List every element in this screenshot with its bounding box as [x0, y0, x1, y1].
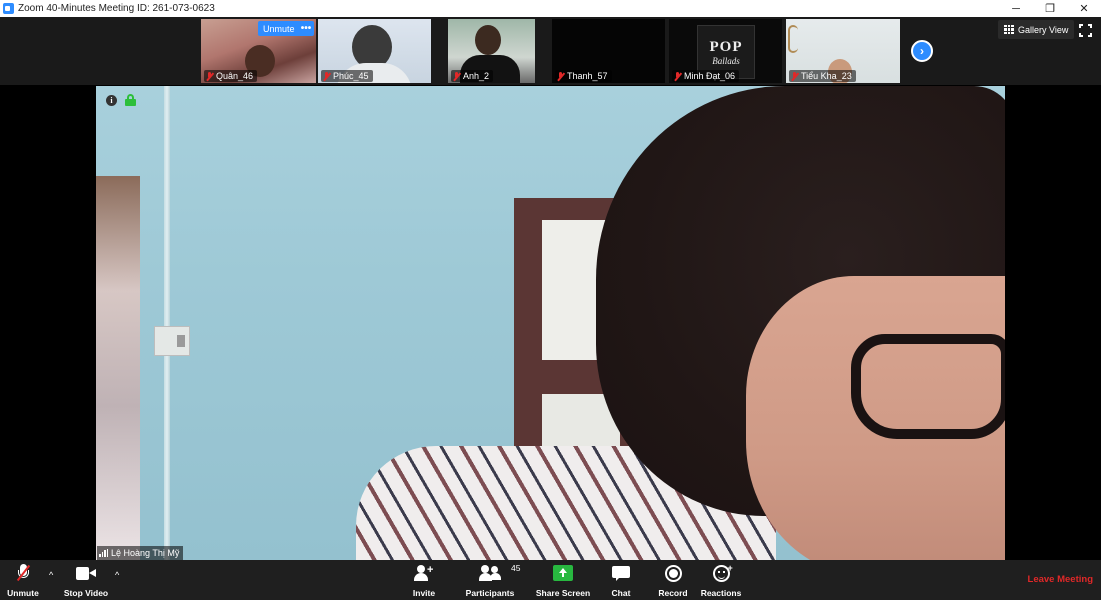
stop-video-button[interactable]: Stop Video — [56, 562, 116, 598]
reactions-icon: + — [712, 562, 733, 582]
background-object — [164, 86, 170, 560]
share-screen-label: Share Screen — [535, 588, 591, 598]
thumbnail-unmute-button[interactable]: Unmute — [258, 21, 300, 36]
participants-label: Participants — [465, 588, 515, 598]
fullscreen-icon[interactable] — [1079, 24, 1092, 37]
minimize-button[interactable]: ─ — [999, 0, 1033, 17]
participants-icon: 45 — [479, 563, 520, 581]
participant-video — [475, 25, 501, 55]
album-art-subtitle: Ballads — [712, 55, 740, 66]
participant-name-tag: Thanh_57 — [555, 70, 612, 82]
mic-muted-icon — [674, 71, 681, 81]
share-screen-button[interactable]: Share Screen — [533, 562, 593, 598]
unmute-label: Unmute — [7, 588, 39, 598]
background-object — [788, 25, 798, 53]
participant-thumbnail[interactable]: Anh_2 — [448, 19, 535, 83]
share-screen-icon — [553, 565, 573, 581]
camera-icon — [76, 566, 96, 580]
record-label: Record — [658, 588, 688, 598]
participant-name: Phúc_45 — [333, 71, 369, 81]
participant-name-tag: Minh Đạt_06 — [672, 70, 740, 82]
participant-thumbnail[interactable]: Thanh_57 — [552, 19, 665, 83]
mic-muted-icon — [791, 71, 798, 81]
active-speaker-name: Lệ Hoàng Thị Mỹ — [111, 548, 180, 558]
signal-icon — [99, 549, 108, 557]
participant-name: Minh Đạt_06 — [684, 71, 736, 81]
speaker-figure — [851, 334, 1005, 439]
title-bar: Zoom 40-Minutes Meeting ID: 261-073-0623… — [0, 0, 1101, 17]
restore-button[interactable]: ❐ — [1033, 0, 1067, 17]
zoom-app-icon — [3, 3, 14, 14]
participant-name-tag: Anh_2 — [451, 70, 494, 82]
participants-count: 45 — [511, 563, 521, 573]
thumbnail-more-button[interactable]: ••• — [298, 21, 314, 36]
active-speaker-name-tag: Lệ Hoàng Thị Mỹ — [97, 546, 184, 560]
participant-thumbnail-strip: Quân_46 Phúc_45 Anh_2 Thanh_57 POP Balla… — [0, 17, 1101, 85]
participant-thumbnail[interactable]: POP Ballads Minh Đạt_06 — [669, 19, 782, 83]
participants-button[interactable]: 45 Participants — [460, 562, 521, 598]
participant-name: Thanh_57 — [567, 71, 608, 81]
window-controls: ─ ❐ ✕ — [999, 0, 1101, 17]
background-object — [96, 176, 140, 560]
close-button[interactable]: ✕ — [1067, 0, 1101, 17]
lock-body — [125, 99, 136, 106]
mic-muted-icon — [16, 564, 31, 582]
lock-icon[interactable] — [125, 94, 136, 106]
invite-plus-glyph: + — [427, 564, 434, 576]
participant-thumbnail[interactable]: Tiểu Kha_23 — [786, 19, 900, 83]
gallery-view-label: Gallery View — [1018, 24, 1069, 35]
invite-icon: + — [414, 564, 434, 581]
meeting-toolbar: Unmute ^ Stop Video ^ + Invite 45 Partic… — [0, 560, 1101, 600]
reactions-plus-glyph: + — [727, 562, 733, 573]
leave-meeting-button[interactable]: Leave Meeting — [1028, 574, 1093, 585]
record-icon — [664, 564, 682, 582]
stop-video-label: Stop Video — [63, 588, 109, 598]
album-art-title: POP — [709, 38, 743, 55]
next-page-button[interactable]: › — [911, 40, 933, 62]
chat-label: Chat — [611, 588, 631, 598]
unmute-button[interactable]: Unmute — [0, 562, 53, 598]
video-options-caret[interactable]: ^ — [115, 570, 119, 580]
participant-name: Quân_46 — [216, 71, 254, 81]
zoom-meeting-window: Zoom 40-Minutes Meeting ID: 261-073-0623… — [0, 0, 1101, 600]
gallery-view-button[interactable]: Gallery View — [998, 20, 1075, 39]
window-title: Zoom 40-Minutes Meeting ID: 261-073-0623 — [18, 3, 215, 14]
invite-label: Invite — [412, 588, 436, 598]
grid-icon — [1004, 24, 1014, 35]
participant-name-tag: Tiểu Kha_23 — [789, 70, 856, 82]
mic-muted-icon — [206, 71, 213, 81]
background-object — [154, 326, 190, 356]
info-icon[interactable]: i — [106, 95, 117, 106]
participant-name-tag: Quân_46 — [204, 70, 258, 82]
participant-thumbnail[interactable]: Phúc_45 — [318, 19, 431, 83]
mic-muted-icon — [323, 71, 330, 81]
chat-button[interactable]: Chat — [591, 562, 651, 598]
participant-name: Anh_2 — [463, 71, 490, 81]
participant-name: Tiểu Kha_23 — [801, 71, 852, 81]
chevron-right-icon: › — [920, 44, 924, 58]
reactions-label: Reactions — [700, 588, 742, 598]
participant-name-tag: Phúc_45 — [321, 70, 373, 82]
audio-options-caret[interactable]: ^ — [49, 570, 53, 580]
active-speaker-video[interactable] — [96, 86, 1005, 560]
chat-icon — [612, 565, 630, 581]
reactions-button[interactable]: + Reactions — [691, 562, 751, 599]
invite-button[interactable]: + Invite — [394, 562, 454, 598]
mic-muted-icon — [453, 71, 460, 81]
mic-muted-icon — [557, 71, 564, 81]
